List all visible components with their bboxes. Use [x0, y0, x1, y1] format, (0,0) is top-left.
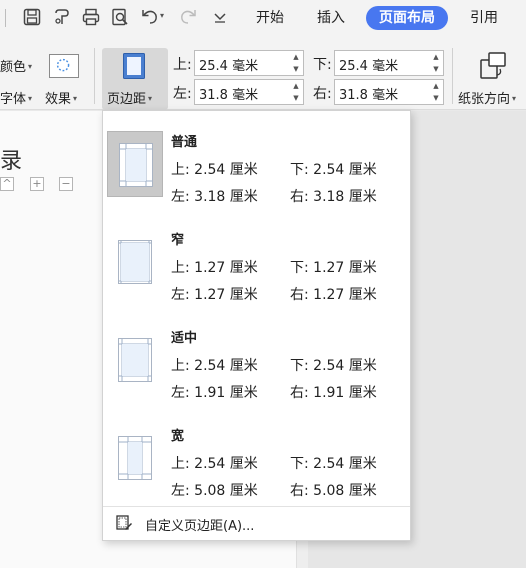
chevron-down-icon: ▾ [73, 94, 78, 103]
custom-margins-item[interactable]: 自定义页边距(A)... [103, 508, 410, 540]
preset-name: 宽 [171, 429, 185, 444]
preset-right: 右: 3.18 厘米 [290, 189, 377, 205]
top-margin-input[interactable]: 25.4 毫米 ▲ ▼ [194, 50, 304, 76]
decrement-icon[interactable]: ▼ [289, 92, 303, 104]
top-margin-value: 25.4 毫米 [199, 59, 259, 74]
theme-color-button[interactable]: 颜色 ▾ [0, 56, 32, 75]
left-margin-label: 左: [173, 86, 192, 102]
undo-dropdown-icon[interactable]: ▾ [160, 11, 168, 21]
page-preview-icon [107, 327, 163, 393]
margins-dropdown: 普通 上: 2.54 厘米 下: 2.54 厘米 左: 3.18 厘米 右: 3… [102, 110, 411, 541]
redo-icon[interactable] [178, 7, 198, 27]
orientation-button[interactable]: 纸张方向 ▾ [458, 88, 516, 107]
margin-preset-wide[interactable]: 宽 上: 2.54 厘米 下: 2.54 厘米 左: 5.08 厘米 右: 5.… [103, 413, 410, 511]
custom-margins-label: 自定义页边距(A)... [145, 519, 255, 534]
theme-font-label: 字体 [0, 92, 27, 107]
increment-icon[interactable]: ▲ [289, 80, 303, 92]
theme-effects-label: 效果 [45, 92, 72, 107]
margins-button[interactable]: 页边距 ▾ [102, 48, 168, 110]
margins-label: 页边距 [107, 92, 147, 107]
margin-preset-narrow[interactable]: 窄 上: 1.27 厘米 下: 1.27 厘米 左: 1.27 厘米 右: 1.… [103, 217, 410, 315]
title-bar: ▾ 开始 插入 页面布局 引用 [0, 0, 526, 36]
minus-icon[interactable]: − [59, 177, 73, 191]
page-preview-icon [107, 425, 163, 491]
preset-top: 上: 2.54 厘米 [171, 162, 258, 178]
chevron-down-icon: ▾ [512, 94, 517, 103]
chevron-down-icon: ▾ [28, 94, 33, 103]
undo-icon[interactable] [140, 7, 160, 27]
top-margin-label: 上: [173, 57, 192, 73]
preset-name: 适中 [171, 331, 198, 346]
preset-top: 上: 2.54 厘米 [171, 456, 258, 472]
preset-left: 左: 1.27 厘米 [171, 287, 258, 303]
preset-name: 窄 [171, 233, 185, 248]
right-margin-value: 31.8 毫米 [339, 88, 399, 103]
bottom-margin-value: 25.4 毫米 [339, 59, 399, 74]
page-preview-icon [107, 229, 163, 295]
collapse-icon[interactable]: ^ [0, 177, 14, 191]
ribbon-separator [452, 48, 453, 104]
theme-effects-icon[interactable] [49, 54, 79, 78]
page-preview-icon [107, 131, 163, 197]
toolbar-separator [5, 9, 6, 27]
ribbon-separator [94, 48, 95, 104]
menu-divider [103, 506, 410, 507]
preset-left: 左: 3.18 厘米 [171, 189, 258, 205]
preset-right: 右: 1.91 厘米 [290, 385, 377, 401]
orientation-label: 纸张方向 [458, 92, 511, 107]
custom-margins-icon [116, 515, 132, 530]
left-margin-input[interactable]: 31.8 毫米 ▲ ▼ [194, 79, 304, 105]
preset-right: 右: 1.27 厘米 [290, 287, 377, 303]
document-heading: 录 [0, 149, 23, 174]
customize-toolbar-icon[interactable] [210, 7, 230, 27]
tab-page-layout[interactable]: 页面布局 [366, 6, 448, 30]
save-icon[interactable] [22, 7, 42, 27]
preset-bottom: 下: 2.54 厘米 [290, 358, 377, 374]
ribbon: 颜色 ▾ 字体 ▾ 效果 ▾ 页边距 ▾ 上: 25.4 毫米 ▲ ▼ 下: 25.4 毫… [0, 36, 526, 110]
left-margin-value: 31.8 毫米 [199, 88, 259, 103]
print-icon[interactable] [81, 7, 101, 27]
preset-top: 上: 1.27 厘米 [171, 260, 258, 276]
preset-bottom: 下: 2.54 厘米 [290, 456, 377, 472]
preset-top: 上: 2.54 厘米 [171, 358, 258, 374]
tab-references[interactable]: 引用 [460, 6, 508, 30]
bottom-margin-label: 下: [313, 57, 332, 73]
preset-left: 左: 5.08 厘米 [171, 483, 258, 499]
preset-left: 左: 1.91 厘米 [171, 385, 258, 401]
preset-name: 普通 [171, 135, 198, 150]
print-preview-icon[interactable] [110, 7, 130, 27]
decrement-icon[interactable]: ▼ [429, 63, 443, 75]
margin-preset-moderate[interactable]: 适中 上: 2.54 厘米 下: 2.54 厘米 左: 1.91 厘米 右: 1… [103, 315, 410, 413]
right-margin-input[interactable]: 31.8 毫米 ▲ ▼ [334, 79, 444, 105]
theme-color-label: 颜色 [0, 60, 27, 75]
margins-icon [123, 53, 145, 79]
chevron-down-icon: ▾ [148, 94, 153, 103]
margin-preset-normal[interactable]: 普通 上: 2.54 厘米 下: 2.54 厘米 左: 3.18 厘米 右: 3… [103, 119, 410, 217]
plus-icon[interactable]: + [30, 177, 44, 191]
increment-icon[interactable]: ▲ [289, 51, 303, 63]
decrement-icon[interactable]: ▼ [429, 92, 443, 104]
decrement-icon[interactable]: ▼ [289, 63, 303, 75]
increment-icon[interactable]: ▲ [429, 51, 443, 63]
tab-insert[interactable]: 插入 [307, 6, 355, 30]
preset-right: 右: 5.08 厘米 [290, 483, 377, 499]
format-painter-icon[interactable] [52, 7, 72, 27]
tab-home[interactable]: 开始 [246, 6, 294, 30]
right-margin-label: 右: [313, 86, 332, 102]
preset-bottom: 下: 1.27 厘米 [290, 260, 377, 276]
preset-bottom: 下: 2.54 厘米 [290, 162, 377, 178]
theme-effects-button[interactable]: 效果 ▾ [45, 88, 77, 107]
orientation-icon[interactable] [478, 50, 508, 80]
theme-font-button[interactable]: 字体 ▾ [0, 88, 32, 107]
chevron-down-icon: ▾ [28, 62, 33, 71]
bottom-margin-input[interactable]: 25.4 毫米 ▲ ▼ [334, 50, 444, 76]
increment-icon[interactable]: ▲ [429, 80, 443, 92]
